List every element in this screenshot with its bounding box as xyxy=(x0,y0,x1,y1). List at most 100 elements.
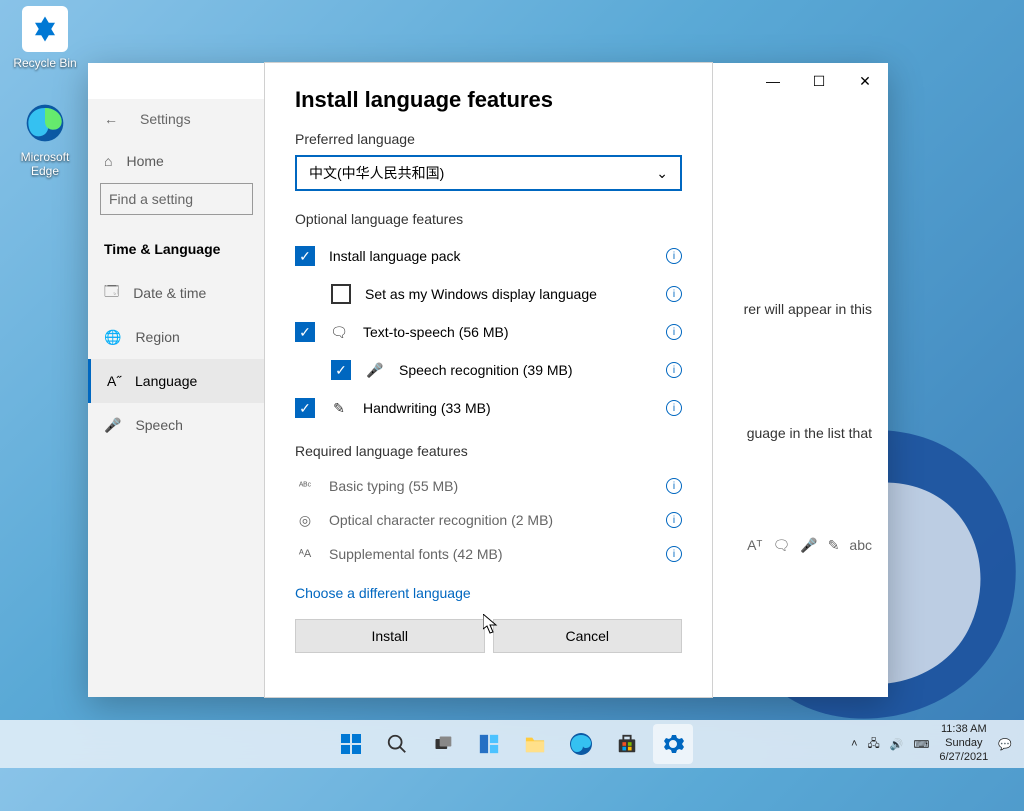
mic-icon: 🎤 xyxy=(800,537,817,554)
tray-ime-icon[interactable]: ⌨ xyxy=(913,738,929,751)
install-button[interactable]: Install xyxy=(295,619,485,653)
globe-icon: 🌐 xyxy=(104,329,121,346)
sidebar-item-speech[interactable]: 🎤 Speech xyxy=(88,403,265,447)
desktop-icon-label: Microsoft Edge xyxy=(21,150,70,178)
choose-different-language-link[interactable]: Choose a different language xyxy=(295,585,471,601)
sidebar-section: Time & Language xyxy=(88,227,265,271)
sidebar-item-label: Date & time xyxy=(133,285,206,301)
info-icon[interactable]: i xyxy=(666,546,682,562)
feature-speech-recognition[interactable]: ✓ 🎤 Speech recognition (39 MB) i xyxy=(295,351,682,389)
info-icon[interactable]: i xyxy=(666,248,682,264)
maximize-button[interactable]: ☐ xyxy=(796,63,842,99)
checkbox-icon[interactable]: ✓ xyxy=(295,246,315,266)
home-icon: ⌂ xyxy=(104,153,112,169)
install-language-dialog: Install language features Preferred lang… xyxy=(265,63,712,697)
feature-text-to-speech[interactable]: ✓ 🗨 Text-to-speech (56 MB) i xyxy=(295,313,682,351)
tray-chevron-icon[interactable]: ˄ xyxy=(851,738,857,750)
explorer-button[interactable] xyxy=(515,724,555,764)
optional-features-heading: Optional language features xyxy=(295,211,682,227)
checkbox-icon[interactable]: ✓ xyxy=(295,398,315,418)
tts-icon: 🗨 xyxy=(772,537,790,554)
feature-install-language-pack[interactable]: ✓ Install language pack i xyxy=(295,237,682,275)
required-label: Basic typing (55 MB) xyxy=(329,478,458,494)
dropdown-value: 中文(中华人民共和国) xyxy=(309,163,444,183)
info-icon[interactable]: i xyxy=(666,478,682,494)
info-icon[interactable]: i xyxy=(666,512,682,528)
tray-volume-icon[interactable]: 🔊 xyxy=(890,738,904,751)
mic-icon: 🎤 xyxy=(365,362,385,379)
cancel-button[interactable]: Cancel xyxy=(493,619,683,653)
tts-icon: 🗨 xyxy=(329,324,349,341)
settings-button[interactable] xyxy=(653,724,693,764)
checkbox-icon[interactable] xyxy=(331,284,351,304)
sidebar: ← Settings ⌂ Home Find a setting Time & … xyxy=(88,99,266,697)
tray-notifications-icon[interactable]: 💬 xyxy=(998,738,1012,751)
language-icon: A˝ xyxy=(107,373,121,389)
checkbox-icon[interactable]: ✓ xyxy=(331,360,351,380)
info-icon[interactable]: i xyxy=(666,400,682,416)
recycle-bin-icon xyxy=(22,6,68,52)
dialog-title: Install language features xyxy=(295,87,682,113)
minimize-button[interactable]: — xyxy=(750,63,796,99)
ocr-icon: ◎ xyxy=(295,512,315,529)
clock-day: Sunday xyxy=(939,737,988,751)
feature-label: Set as my Windows display language xyxy=(365,286,597,302)
feature-handwriting[interactable]: ✓ ✎ Handwriting (33 MB) i xyxy=(295,389,682,427)
sidebar-item-region[interactable]: 🌐 Region xyxy=(88,315,265,359)
info-icon[interactable]: i xyxy=(666,362,682,378)
back-button[interactable]: ← xyxy=(104,111,118,127)
search-button[interactable] xyxy=(377,724,417,764)
sidebar-item-date-time[interactable]: 🗔 Date & time xyxy=(88,271,265,315)
pen-icon: ✎ xyxy=(828,537,840,554)
desktop-icon-recycle-bin[interactable]: Recycle Bin xyxy=(6,6,84,70)
sidebar-home[interactable]: ⌂ Home xyxy=(88,139,265,183)
required-features-heading: Required language features xyxy=(295,443,682,459)
required-basic-typing: ᴬᴮᶜ Basic typing (55 MB) i xyxy=(295,469,682,503)
tray-network-icon[interactable]: 🖧 xyxy=(868,735,880,754)
close-button[interactable]: ✕ xyxy=(842,63,888,99)
info-icon[interactable]: i xyxy=(666,324,682,340)
feature-icons-row: Aᵀ 🗨 🎤 ✎ abc xyxy=(747,537,872,554)
sidebar-item-language[interactable]: A˝ Language xyxy=(88,359,265,403)
sidebar-item-label: Speech xyxy=(135,417,182,433)
required-ocr: ◎ Optical character recognition (2 MB) i xyxy=(295,503,682,537)
pen-icon: ✎ xyxy=(329,400,349,417)
edge-button[interactable] xyxy=(561,724,601,764)
widgets-button[interactable] xyxy=(469,724,509,764)
taskbar: ˄ 🖧 🔊 ⌨ 11:38 AM Sunday 6/27/2021 💬 xyxy=(0,720,1024,768)
feature-label: Speech recognition (39 MB) xyxy=(399,362,573,378)
search-placeholder: Find a setting xyxy=(109,191,193,207)
preferred-language-label: Preferred language xyxy=(295,131,682,147)
abc-icon: ᴬᴮᶜ xyxy=(295,481,315,492)
required-label: Optical character recognition (2 MB) xyxy=(329,512,553,528)
sidebar-item-label: Language xyxy=(135,373,197,389)
mic-icon: 🎤 xyxy=(104,417,121,434)
font-icon: ᴬA xyxy=(295,548,315,560)
feature-set-display-language[interactable]: Set as my Windows display language i xyxy=(295,275,682,313)
bg-text: guage in the list that xyxy=(747,425,872,441)
desktop-icon-label: Recycle Bin xyxy=(13,56,76,70)
store-button[interactable] xyxy=(607,724,647,764)
lang-icon: Aᵀ xyxy=(747,537,762,554)
clock-time: 11:38 AM xyxy=(939,723,988,737)
start-button[interactable] xyxy=(331,724,371,764)
feature-label: Install language pack xyxy=(329,248,461,264)
sidebar-search[interactable]: Find a setting xyxy=(100,183,253,215)
calendar-icon: 🗔 xyxy=(104,281,119,305)
sidebar-item-label: Region xyxy=(135,329,179,345)
preferred-language-dropdown[interactable]: 中文(中华人民共和国) ⌄ xyxy=(295,155,682,191)
abc-icon: abc xyxy=(849,537,872,554)
clock-date: 6/27/2021 xyxy=(939,751,988,765)
sidebar-label: Home xyxy=(126,153,163,169)
taskbar-clock[interactable]: 11:38 AM Sunday 6/27/2021 xyxy=(939,723,988,764)
edge-icon xyxy=(22,100,68,146)
task-view-button[interactable] xyxy=(423,724,463,764)
window-title: Settings xyxy=(140,111,191,127)
info-icon[interactable]: i xyxy=(666,286,682,302)
checkbox-icon[interactable]: ✓ xyxy=(295,322,315,342)
feature-label: Handwriting (33 MB) xyxy=(363,400,491,416)
required-label: Supplemental fonts (42 MB) xyxy=(329,546,503,562)
desktop-icon-edge[interactable]: Microsoft Edge xyxy=(6,100,84,178)
required-fonts: ᴬA Supplemental fonts (42 MB) i xyxy=(295,537,682,571)
bg-text: rer will appear in this xyxy=(744,301,872,317)
